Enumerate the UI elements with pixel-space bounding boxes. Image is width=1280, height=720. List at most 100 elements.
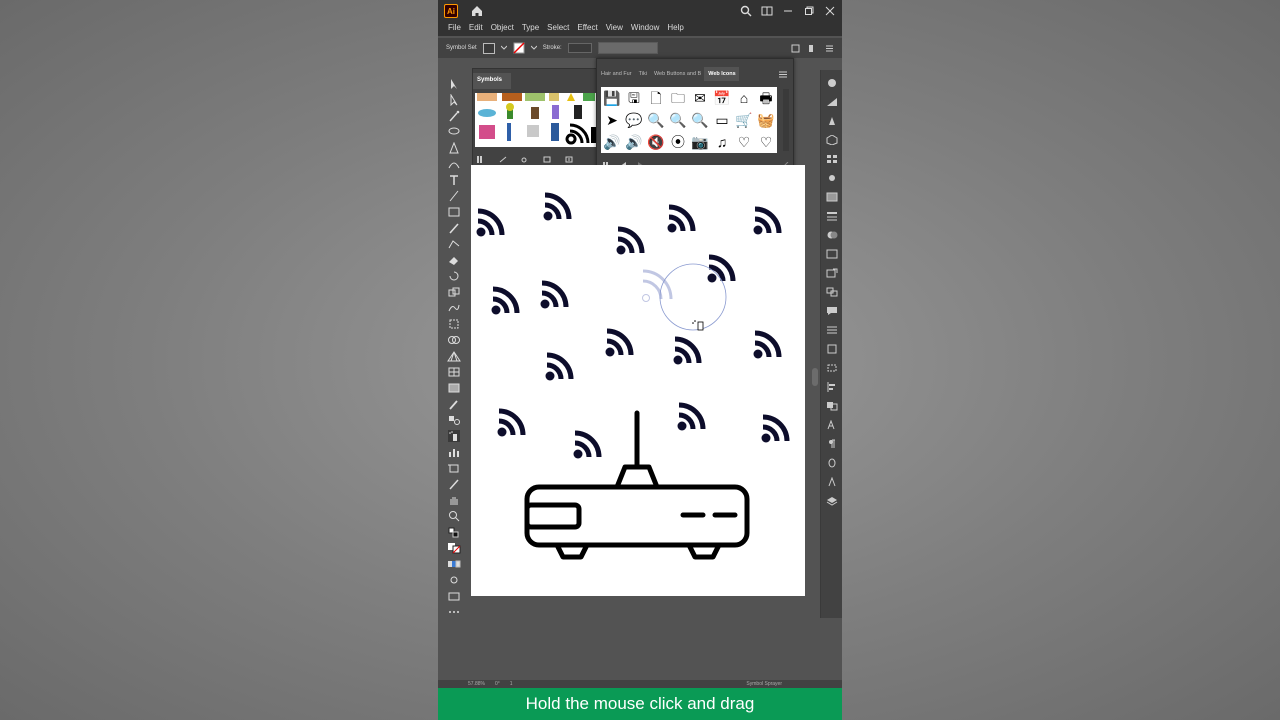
swatches-icon[interactable] xyxy=(826,154,838,164)
menu-effect[interactable]: Effect xyxy=(573,22,601,36)
transform-icon[interactable] xyxy=(808,44,817,53)
calendar-icon[interactable]: 📅 xyxy=(711,87,733,109)
restore-icon[interactable] xyxy=(803,5,815,17)
color-guide-icon[interactable] xyxy=(826,97,838,107)
menu-help[interactable]: Help xyxy=(663,22,687,36)
comments-icon[interactable] xyxy=(826,306,838,316)
speech-bubble-icon[interactable]: 💬 xyxy=(623,109,645,131)
rss-symbol-instance[interactable] xyxy=(674,339,700,365)
paintbrush-tool-icon[interactable] xyxy=(447,222,461,234)
menu-edit[interactable]: Edit xyxy=(465,22,487,36)
shopping-cart-icon[interactable]: 🛒 xyxy=(733,109,755,131)
cursor-arrow-icon[interactable]: ➤ xyxy=(601,109,623,131)
line-tool-icon[interactable] xyxy=(447,190,461,202)
film-reel-icon[interactable]: ⦿ xyxy=(667,131,689,153)
draw-mode-icon[interactable] xyxy=(447,574,461,586)
rss-symbol-instance[interactable] xyxy=(617,229,643,255)
basket-icon[interactable]: 🧺 xyxy=(755,109,777,131)
curvature-tool-icon[interactable] xyxy=(447,158,461,170)
magnifier-icon[interactable]: 🔍 xyxy=(645,109,667,131)
free-transform-tool-icon[interactable] xyxy=(447,318,461,330)
menu-object[interactable]: Object xyxy=(487,22,518,36)
symbol-sprayer-tool-icon[interactable] xyxy=(447,430,461,442)
panel-menu-icon[interactable] xyxy=(779,71,787,78)
3d-materials-icon[interactable] xyxy=(826,135,838,145)
gradient-tool-icon[interactable] xyxy=(447,382,461,394)
volume-icon[interactable]: 🔊 xyxy=(623,131,645,153)
warp-tool-icon[interactable] xyxy=(447,302,461,314)
canvas-vertical-scrollbar[interactable] xyxy=(810,68,820,682)
perspective-grid-tool-icon[interactable] xyxy=(447,350,461,362)
new-symbol-icon[interactable] xyxy=(565,156,573,163)
zoom-in-icon[interactable]: 🔍 xyxy=(689,109,711,131)
stroke-panel-icon[interactable] xyxy=(826,211,838,221)
stroke-swatch-icon[interactable] xyxy=(513,42,525,54)
rss-symbol-instance[interactable] xyxy=(541,283,567,309)
rss-symbol-instance[interactable] xyxy=(546,355,572,381)
credit-card-icon[interactable]: ▭ xyxy=(711,109,733,131)
rss-symbol-instance[interactable] xyxy=(498,411,524,437)
layers-icon[interactable] xyxy=(826,496,838,506)
tab-web-icons[interactable]: Web Icons xyxy=(704,67,739,81)
align-icon[interactable] xyxy=(791,44,800,53)
heart-icon[interactable]: ♡ xyxy=(733,131,755,153)
rss-symbol-instance[interactable] xyxy=(678,405,704,431)
rotate-tool-icon[interactable] xyxy=(447,270,461,282)
artboard-tool-icon[interactable] xyxy=(447,462,461,474)
rss-symbol-instance[interactable] xyxy=(492,289,518,315)
eraser-tool-icon[interactable] xyxy=(447,254,461,266)
stroke-weight-field[interactable] xyxy=(567,43,592,53)
sun-icon[interactable] xyxy=(826,173,838,183)
mesh-tool-icon[interactable] xyxy=(447,366,461,378)
menu-select[interactable]: Select xyxy=(543,22,573,36)
pen-tool-icon[interactable] xyxy=(447,142,461,154)
symbols-tab[interactable]: Symbols xyxy=(473,73,511,89)
tab-tiki[interactable]: Tiki xyxy=(635,67,650,81)
rss-symbol-instance[interactable] xyxy=(574,433,600,459)
print-icon[interactable]: 🖶 xyxy=(755,87,777,109)
home-icon[interactable] xyxy=(470,4,484,18)
lasso-tool-icon[interactable] xyxy=(447,126,461,138)
more-tools-icon[interactable] xyxy=(447,606,461,618)
symbols-grid[interactable] xyxy=(475,93,599,147)
blend-tool-icon[interactable] xyxy=(447,414,461,426)
tab-web-buttons[interactable]: Web Buttons and B xyxy=(650,67,704,81)
camera-icon[interactable]: 📷 xyxy=(689,131,711,153)
rss-symbol-instance[interactable] xyxy=(668,207,694,233)
color-mode-icon[interactable] xyxy=(447,558,461,570)
eyedropper-tool-icon[interactable] xyxy=(447,398,461,410)
music-note-icon[interactable]: ♫ xyxy=(711,131,733,153)
transform-panel-icon[interactable] xyxy=(826,363,838,373)
links-icon[interactable] xyxy=(826,287,838,297)
screen-mode-icon[interactable] xyxy=(447,590,461,602)
rss-symbol-instance[interactable] xyxy=(754,333,780,359)
rss-symbol-instance[interactable] xyxy=(754,209,780,235)
transparency-icon[interactable] xyxy=(826,230,838,240)
mail-icon[interactable]: ✉ xyxy=(689,87,711,109)
menu-file[interactable]: File xyxy=(444,22,465,36)
document-info-icon[interactable] xyxy=(826,344,838,354)
zoom-out-icon[interactable]: 🔍 xyxy=(667,109,689,131)
properties-icon[interactable] xyxy=(826,325,838,335)
hand-tool-icon[interactable] xyxy=(447,494,461,506)
tab-hair-and-fur[interactable]: Hair and Fur xyxy=(597,67,635,81)
close-icon[interactable] xyxy=(824,5,836,17)
router-illustration[interactable] xyxy=(524,410,750,560)
shaper-tool-icon[interactable] xyxy=(447,238,461,250)
rss-symbol-instance[interactable] xyxy=(544,195,570,221)
pathfinder-icon[interactable] xyxy=(826,401,838,411)
chevron-down-icon[interactable] xyxy=(530,45,537,51)
paragraph-icon[interactable] xyxy=(826,439,838,449)
place-symbol-icon[interactable] xyxy=(499,156,507,163)
menu-type[interactable]: Type xyxy=(518,22,543,36)
scale-tool-icon[interactable] xyxy=(447,286,461,298)
character-icon[interactable] xyxy=(826,420,838,430)
save-icon[interactable]: 💾 xyxy=(601,87,623,109)
mute-icon[interactable]: 🔇 xyxy=(645,131,667,153)
symbol-libraries-icon[interactable] xyxy=(477,156,485,163)
minimize-icon[interactable] xyxy=(782,5,794,17)
type-tool-icon[interactable] xyxy=(447,174,461,186)
align-panel-icon[interactable] xyxy=(826,382,838,392)
default-colors-icon[interactable] xyxy=(447,526,461,538)
gradient-panel-icon[interactable] xyxy=(826,192,838,202)
